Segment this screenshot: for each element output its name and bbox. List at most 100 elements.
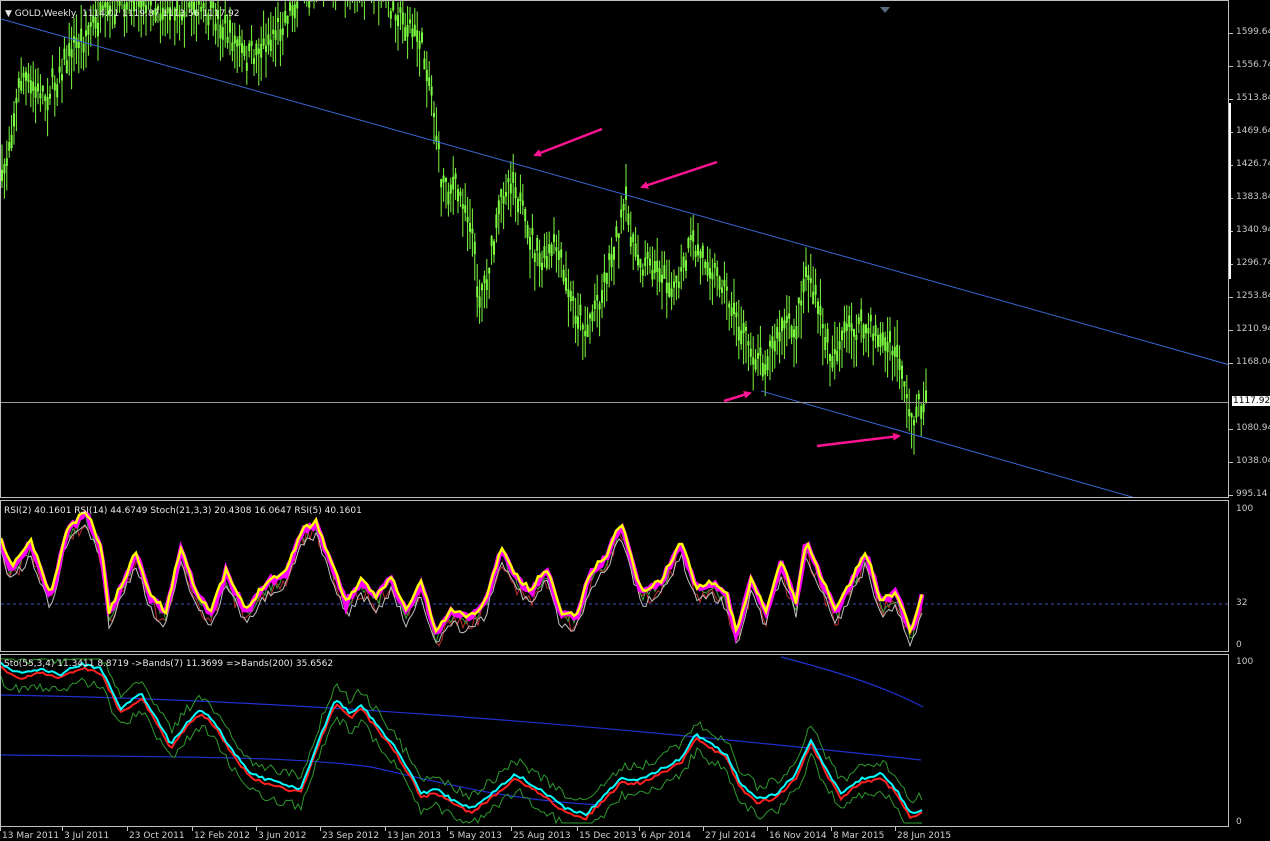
price-axis-tick <box>1229 33 1233 34</box>
symbol-header: ▼ GOLD,Weekly 1114.01 1119.87 1113.56 11… <box>5 9 239 19</box>
candle-body <box>577 316 579 329</box>
price-chart-canvas[interactable] <box>1 1 1229 498</box>
candle-body <box>620 209 623 218</box>
candle-body <box>238 36 241 46</box>
candle-body <box>766 356 769 371</box>
candle-body <box>269 39 272 52</box>
candle-body <box>447 191 450 205</box>
price-axis-label: 1513.84 <box>1236 93 1270 103</box>
candle-body <box>663 265 666 279</box>
candle-body <box>562 269 565 282</box>
candle-body <box>466 216 469 223</box>
candle-body <box>737 326 740 341</box>
scroll-marker-icon[interactable] <box>880 7 890 13</box>
candle-body <box>401 12 404 25</box>
date-axis-tick <box>0 827 1 831</box>
candle-body <box>668 282 671 297</box>
lower-trendline <box>760 390 1134 497</box>
candle-body <box>221 27 224 40</box>
ohlc-values: 1114.01 1119.87 1113.56 1117.92 <box>82 9 240 19</box>
candle-body <box>833 348 836 355</box>
date-axis-label: 28 Jun 2015 <box>897 831 952 841</box>
candle-body <box>699 251 702 258</box>
candle-body <box>529 237 531 250</box>
candle-body <box>802 279 805 293</box>
candle-body <box>901 365 903 379</box>
candle-body <box>272 29 275 35</box>
candle-body <box>704 261 707 268</box>
candle-body <box>733 302 735 315</box>
candle-body <box>627 213 630 225</box>
date-axis-label: 12 Feb 2012 <box>194 831 251 841</box>
candle-body <box>257 48 260 54</box>
candle-body <box>545 256 548 269</box>
candle-body <box>814 284 817 295</box>
candle-body <box>25 71 27 81</box>
candle-body <box>903 381 906 387</box>
candle-body <box>75 37 78 48</box>
candle-body <box>884 337 887 351</box>
candle-body <box>584 330 587 337</box>
candle-body <box>817 301 819 314</box>
price-axis-tick <box>1229 495 1233 496</box>
price-chart-pane[interactable]: ▼ GOLD,Weekly 1114.01 1119.87 1113.56 11… <box>0 0 1229 498</box>
candle-body <box>742 323 745 334</box>
price-axis-tick <box>1229 330 1233 331</box>
candle-body <box>824 337 827 350</box>
candle-body <box>267 34 270 46</box>
stoch-pane[interactable]: Sto(55,3,4) 11.3411 8.8719 ->Bands(7) 11… <box>0 654 1229 827</box>
candle-body <box>829 353 831 361</box>
rsi-canvas[interactable] <box>1 501 1229 652</box>
candle-body <box>656 260 659 272</box>
price-axis-scrollbar[interactable] <box>1229 103 1231 279</box>
candle-body <box>430 86 433 96</box>
candle-body <box>831 355 834 368</box>
candle-body <box>70 49 73 58</box>
candle-body <box>586 324 589 338</box>
candle-body <box>485 279 488 291</box>
candle-body <box>557 251 560 261</box>
date-axis-tick <box>639 827 640 831</box>
rsi-pane[interactable]: RSI(2) 40.1601 RSI(14) 44.6749 Stoch(21,… <box>0 500 1229 652</box>
candle-body <box>188 2 191 8</box>
candle-body <box>61 74 63 81</box>
candle-body <box>13 113 15 127</box>
candle-body <box>56 84 59 98</box>
candle-body <box>730 307 733 317</box>
candle-body <box>749 348 752 357</box>
candle-body <box>541 262 543 270</box>
candle-body <box>601 290 603 303</box>
chevron-down-icon[interactable]: ▼ <box>5 9 12 19</box>
candle-body <box>87 25 90 35</box>
candle-body <box>471 228 474 234</box>
date-axis-tick <box>192 827 193 831</box>
candle-body <box>41 85 44 92</box>
candle-body <box>481 284 483 291</box>
candle-body <box>692 230 695 242</box>
candle-body <box>212 1 215 8</box>
candle-body <box>3 163 6 174</box>
candle-body <box>116 1 119 2</box>
candle-body <box>250 40 253 46</box>
candle-body <box>653 261 656 273</box>
candle-body <box>291 5 294 16</box>
candle-body <box>279 29 282 41</box>
candle-body <box>137 1 140 7</box>
candle-body <box>809 278 812 283</box>
candle-body <box>51 68 54 78</box>
stoch-canvas[interactable] <box>1 655 1229 827</box>
candle-body <box>589 314 591 319</box>
candle-body <box>574 315 577 324</box>
candle-body <box>34 86 37 98</box>
candle-body <box>867 328 870 334</box>
price-axis-label: 995.14 <box>1236 489 1268 499</box>
price-axis-tick <box>1229 363 1233 364</box>
candle-body <box>308 1 311 8</box>
candle-body <box>680 267 683 272</box>
candle-body <box>118 1 121 6</box>
candle-body <box>569 290 572 302</box>
candle-body <box>685 260 687 271</box>
candle-body <box>531 228 534 235</box>
price-axis-label: 1168.04 <box>1236 357 1270 367</box>
candle-body <box>805 266 807 278</box>
